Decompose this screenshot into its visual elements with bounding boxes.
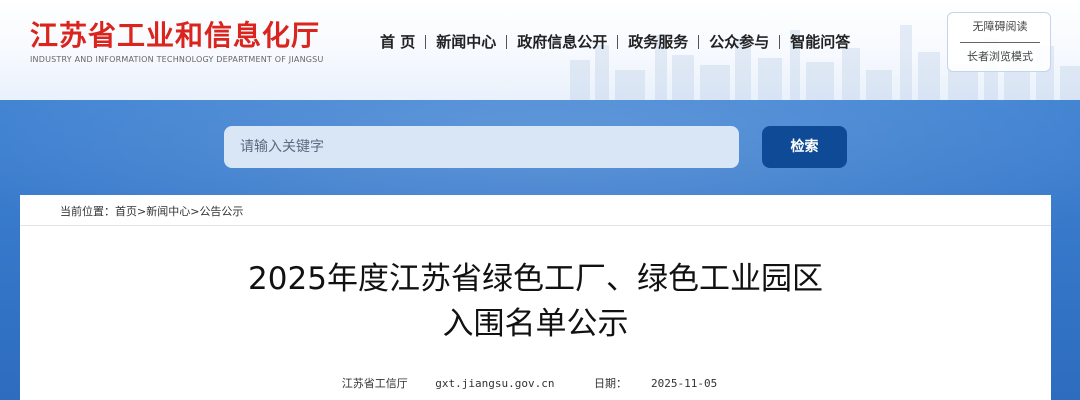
site-header: 江苏省工业和信息化厅 INDUSTRY AND INFORMATION TECH…: [0, 0, 1080, 100]
breadcrumb-divider: [20, 225, 1051, 226]
elderly-mode-button[interactable]: 长者浏览模式: [956, 46, 1044, 68]
article-container: 当前位置：首页>新闻中心>公告公示 2025年度江苏省绿色工厂、绿色工业园区 入…: [20, 195, 1051, 400]
nav-smart-qa[interactable]: 智能问答: [780, 31, 860, 52]
article-source: 江苏省工信厅: [341, 377, 408, 390]
site-logo-title[interactable]: 江苏省工业和信息化厅: [30, 14, 320, 54]
nav-public-participation[interactable]: 公众参与: [699, 31, 779, 52]
accessibility-panel: 无障碍阅读 长者浏览模式: [947, 12, 1051, 72]
main-nav: 首 页 新闻中心 政府信息公开 政务服务 公众参与 智能问答: [370, 31, 860, 52]
nav-gov-info-disclosure[interactable]: 政府信息公开: [507, 31, 617, 52]
nav-gov-services[interactable]: 政务服务: [618, 31, 698, 52]
nav-home[interactable]: 首 页: [370, 31, 425, 52]
article-title: 2025年度江苏省绿色工厂、绿色工业园区 入围名单公示: [20, 257, 1051, 347]
breadcrumb: 当前位置：首页>新闻中心>公告公示: [60, 203, 243, 219]
article-title-line-2: 入围名单公示: [442, 306, 629, 342]
site-logo-subtitle: INDUSTRY AND INFORMATION TECHNOLOGY DEPA…: [30, 55, 324, 64]
article-date: 2025-11-05: [650, 377, 718, 390]
accessibility-divider: [960, 42, 1040, 43]
breadcrumb-news-center[interactable]: 新闻中心: [146, 205, 190, 218]
search-input[interactable]: [224, 126, 739, 168]
breadcrumb-separator: >: [137, 205, 147, 218]
search-button[interactable]: 检索: [762, 126, 847, 168]
article-date-label: 日期：: [593, 377, 627, 390]
article-site: gxt.jiangsu.gov.cn: [435, 377, 555, 390]
nav-news-center[interactable]: 新闻中心: [426, 31, 506, 52]
breadcrumb-prefix: 当前位置：: [60, 205, 115, 218]
barrier-free-reading-button[interactable]: 无障碍阅读: [956, 16, 1044, 38]
article-meta: 江苏省工信厅 gxt.jiangsu.gov.cn 日期： 2025-11-05: [20, 375, 1051, 391]
breadcrumb-announcements[interactable]: 公告公示: [199, 205, 243, 218]
breadcrumb-home[interactable]: 首页: [115, 205, 137, 218]
article-title-line-1: 2025年度江苏省绿色工厂、绿色工业园区: [248, 261, 823, 297]
